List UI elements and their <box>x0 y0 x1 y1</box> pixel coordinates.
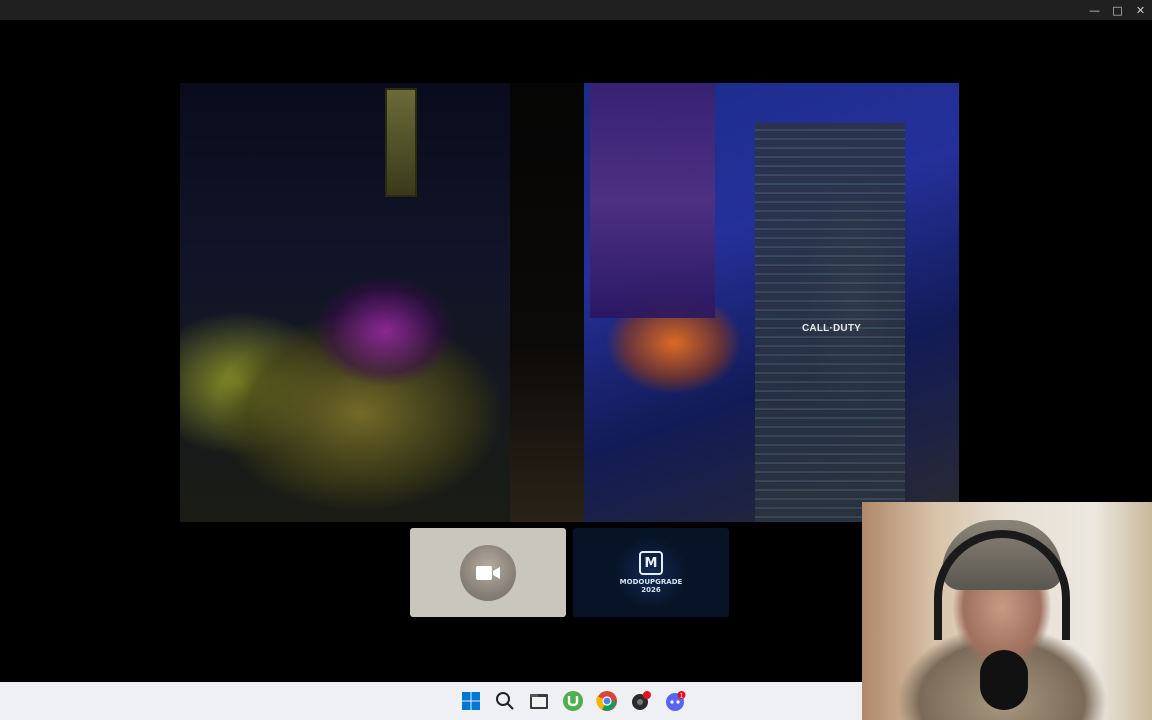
screen-recorder-icon[interactable] <box>629 689 653 713</box>
video-camera-icon <box>476 565 500 580</box>
participant-tile-logo[interactable]: M MODOUPGRADE 2026 <box>573 528 729 617</box>
participant-avatar <box>460 544 516 601</box>
chrome-icon[interactable] <box>595 689 619 713</box>
video-scene-game-label: CALL·DUTY <box>802 323 862 334</box>
m-logo-icon: M <box>639 551 663 575</box>
window-controls: — □ ✕ <box>1083 0 1152 20</box>
discord-badge-count: 1 <box>680 692 684 699</box>
logo-text: MODOUPGRADE 2026 <box>619 578 683 594</box>
taskbar-icons: 1 <box>459 686 687 716</box>
taskbar: 1 <box>0 682 862 720</box>
windows-start-icon[interactable] <box>459 689 483 713</box>
minimize-button[interactable]: — <box>1083 0 1106 20</box>
utorrent-icon[interactable] <box>561 689 585 713</box>
discord-icon[interactable]: 1 <box>663 689 687 713</box>
maximize-button[interactable]: □ <box>1106 0 1129 20</box>
video-scene-poster <box>590 83 715 318</box>
window-titlebar: — □ ✕ <box>0 0 1152 20</box>
participant-logo: M MODOUPGRADE 2026 <box>616 537 686 608</box>
close-button[interactable]: ✕ <box>1129 0 1152 20</box>
file-explorer-icon[interactable] <box>527 689 551 713</box>
participant-tile-camera-off[interactable] <box>410 528 566 617</box>
video-scene-lamp <box>385 88 417 197</box>
main-video-feed[interactable]: CALL·DUTY <box>180 83 959 522</box>
webcam-microphone <box>980 650 1028 710</box>
search-icon[interactable] <box>493 689 517 713</box>
webcam-overlay[interactable] <box>862 502 1152 720</box>
